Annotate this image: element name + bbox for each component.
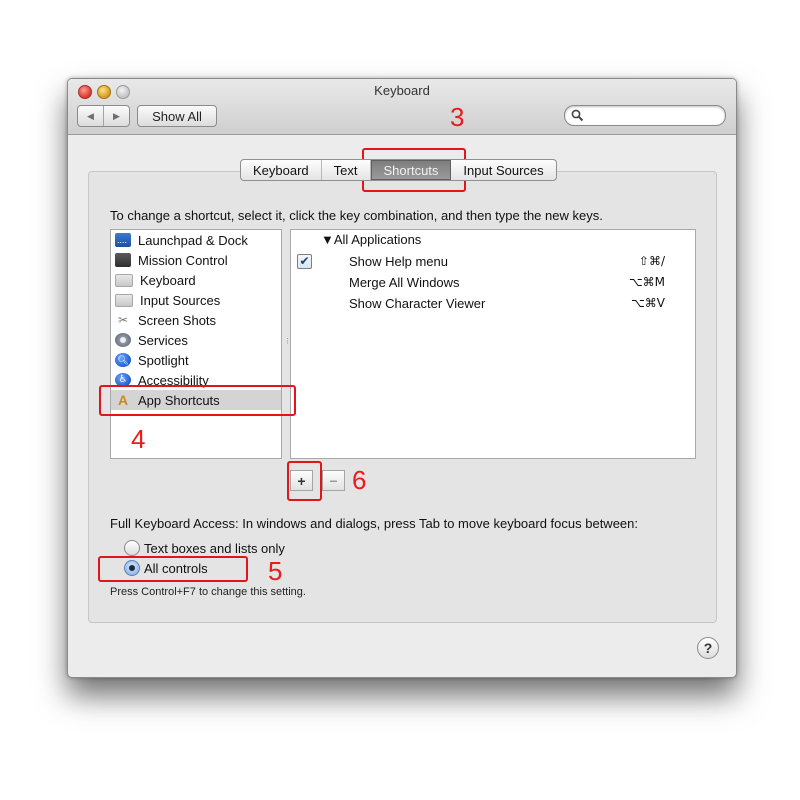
shortcut-table: ▼All Applications ✔ Show Help menu ⇧⌘/ M… — [290, 229, 696, 459]
category-label: Accessibility — [138, 372, 209, 388]
category-label: Launchpad & Dock — [138, 232, 248, 248]
show-all-button[interactable]: Show All — [137, 105, 217, 127]
help-button[interactable]: ? — [697, 637, 719, 659]
annotation-step-6: 6 — [352, 465, 367, 495]
input-sources-icon — [115, 293, 133, 307]
category-app-shortcuts[interactable]: A App Shortcuts — [111, 390, 281, 410]
category-services[interactable]: Services — [111, 330, 281, 350]
annotation-step-4: 4 — [131, 424, 146, 454]
shortcut-name: Merge All Windows — [349, 275, 460, 290]
shortcut-keys[interactable]: ⌥⌘M — [629, 275, 665, 289]
tab-shortcuts[interactable]: Shortcuts — [370, 160, 452, 180]
tab-keyboard[interactable]: Keyboard — [241, 160, 322, 180]
radio-button[interactable] — [124, 540, 140, 556]
category-mission-control[interactable]: Mission Control — [111, 250, 281, 270]
back-arrow-icon[interactable]: ◀ — [78, 106, 104, 126]
back-forward-control: ◀ ▶ — [77, 105, 130, 127]
instructions-text: To change a shortcut, select it, click t… — [110, 208, 603, 223]
shortcut-name: Show Character Viewer — [349, 296, 486, 311]
mission-control-icon — [115, 253, 131, 267]
spotlight-icon: 🔍︎ — [115, 353, 131, 367]
category-screen-shots[interactable]: ✂ Screen Shots — [111, 310, 281, 330]
tab-input-sources[interactable]: Input Sources — [451, 160, 555, 180]
category-label: App Shortcuts — [138, 392, 220, 408]
category-label: Mission Control — [138, 252, 228, 268]
keyboard-icon — [115, 273, 133, 287]
shortcut-row[interactable]: ✔ Show Help menu ⇧⌘/ — [291, 252, 695, 272]
group-all-applications[interactable]: ▼All Applications — [321, 232, 421, 247]
category-label: Screen Shots — [138, 312, 217, 328]
annotation-step-3: 3 — [450, 102, 465, 132]
search-input[interactable] — [587, 107, 721, 125]
remove-shortcut-button[interactable]: − — [322, 470, 345, 491]
category-spotlight[interactable]: 🔍︎ Spotlight — [111, 350, 281, 370]
radio-label: All controls — [144, 560, 208, 576]
radio-all-controls[interactable]: All controls — [124, 559, 208, 577]
split-view-divider[interactable]: ⋮ — [283, 229, 291, 457]
shortcut-row[interactable]: Show Character Viewer ⌥⌘V — [291, 294, 695, 314]
keyboard-preferences-window: Keyboard ◀ ▶ Show All Keyboard Text Shor… — [67, 78, 737, 678]
title-bar: Keyboard ◀ ▶ Show All — [68, 79, 736, 135]
category-label: Keyboard — [140, 272, 196, 288]
accessibility-icon: ♿︎ — [115, 373, 131, 387]
shortcut-keys[interactable]: ⇧⌘/ — [639, 254, 665, 268]
window-title: Keyboard — [374, 83, 430, 98]
category-input-sources[interactable]: Input Sources — [111, 290, 281, 310]
shortcut-name: Show Help menu — [349, 254, 448, 269]
shortcut-keys[interactable]: ⌥⌘V — [631, 296, 665, 310]
annotation-step-5: 5 — [268, 556, 283, 586]
app-shortcuts-icon: A — [117, 392, 129, 408]
radio-text-boxes-lists-only[interactable]: Text boxes and lists only — [124, 539, 285, 557]
search-icon — [571, 109, 584, 122]
category-launchpad-dock[interactable]: Launchpad & Dock — [111, 230, 281, 250]
search-field[interactable] — [564, 105, 726, 126]
category-label: Services — [138, 332, 188, 348]
category-accessibility[interactable]: ♿︎ Accessibility — [111, 370, 281, 390]
full-keyboard-access-label: Full Keyboard Access: In windows and dia… — [110, 516, 638, 531]
radio-label: Text boxes and lists only — [144, 540, 285, 556]
tab-bar: Keyboard Text Shortcuts Input Sources — [240, 159, 557, 181]
tab-text[interactable]: Text — [322, 160, 371, 180]
services-gear-icon — [115, 333, 131, 347]
category-label: Spotlight — [138, 352, 189, 368]
shortcut-row[interactable]: Merge All Windows ⌥⌘M — [291, 273, 695, 293]
keyboard-access-hint: Press Control+F7 to change this setting. — [110, 586, 306, 598]
forward-arrow-icon[interactable]: ▶ — [104, 106, 129, 126]
screen-shots-icon: ✂ — [117, 313, 129, 327]
category-keyboard[interactable]: Keyboard — [111, 270, 281, 290]
category-label: Input Sources — [140, 292, 221, 308]
shortcut-enabled-checkbox[interactable]: ✔ — [297, 254, 312, 269]
add-shortcut-button[interactable]: + — [290, 470, 313, 491]
radio-button-selected[interactable] — [124, 560, 140, 576]
launchpad-icon — [115, 233, 131, 247]
